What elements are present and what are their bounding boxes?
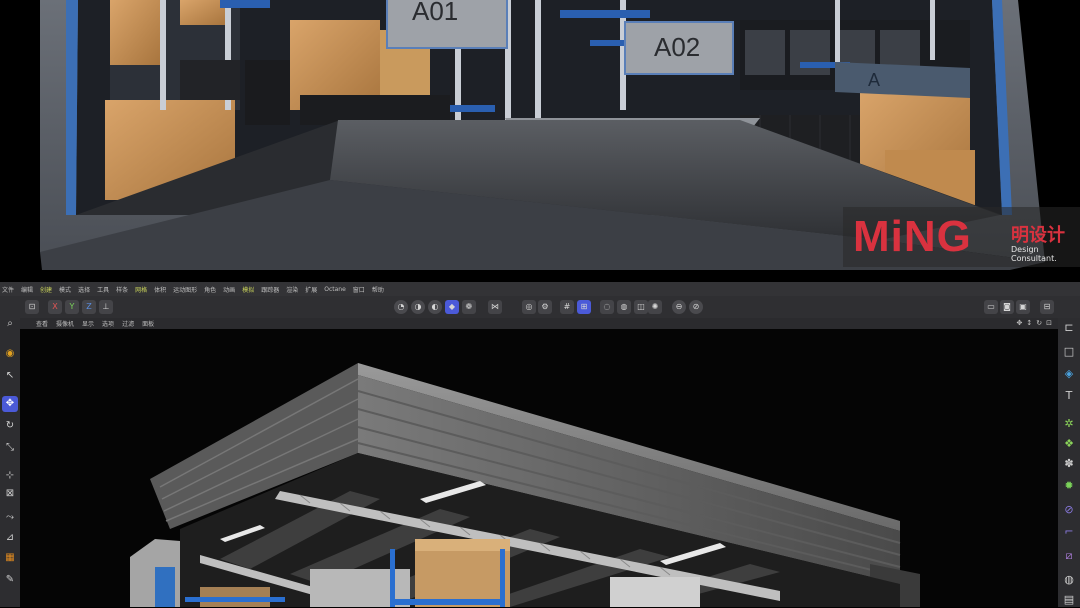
view-menu-view[interactable]: 查看 [36, 319, 48, 328]
menu-animate[interactable]: 动画 [223, 285, 235, 294]
zoom-icon[interactable]: ↕ [1026, 319, 1032, 327]
python-icon[interactable]: ⊖ [672, 300, 686, 314]
generator-icon[interactable]: ✲ [1061, 416, 1077, 432]
plane-object-icon[interactable]: □ [1061, 344, 1077, 360]
scene-icon[interactable]: ◍ [1061, 572, 1077, 588]
render-view-icon[interactable]: ◔ [394, 300, 408, 314]
move-tool-icon[interactable]: ✥ [2, 396, 18, 412]
logo-subtitle: Design Consultant. [1011, 245, 1071, 263]
menu-create[interactable]: 创建 [40, 285, 52, 294]
pan-icon[interactable]: ✥ [1017, 319, 1023, 327]
logo-sub-design: Design [1011, 245, 1039, 254]
render-preview: A01 A02 A MiNG 明设计 Design Consultant. [0, 0, 1080, 282]
menu-mesh[interactable]: 网格 [135, 285, 147, 294]
logo-brand: MiNG [853, 212, 972, 261]
cloner-icon[interactable]: ❖ [1061, 436, 1077, 452]
light-icon[interactable]: ✺ [648, 300, 662, 314]
axis-z-button[interactable]: Z [82, 300, 96, 314]
axis-x-button[interactable]: X [48, 300, 62, 314]
hair-icon[interactable]: ◍ [617, 300, 631, 314]
menu-file[interactable]: 文件 [2, 285, 14, 294]
logo-sub-consultant: Consultant. [1011, 254, 1057, 263]
field-object-icon[interactable]: ⧄ [1061, 548, 1077, 564]
shelf-label-a-partial: A [868, 70, 881, 90]
menu-octane[interactable]: Octane [324, 286, 346, 293]
mograph-icon[interactable]: ✽ [1061, 456, 1077, 472]
script-icon[interactable]: ⊘ [689, 300, 703, 314]
render-region-icon[interactable]: ◑ [411, 300, 425, 314]
paint-icon[interactable]: ❁ [462, 300, 476, 314]
menu-edit[interactable]: 编辑 [21, 285, 33, 294]
menu-volume[interactable]: 体积 [154, 285, 166, 294]
cube-icon[interactable]: ◈ [1061, 366, 1077, 382]
view-menu-display[interactable]: 显示 [82, 319, 94, 328]
select-icon[interactable]: ↖ [2, 368, 18, 384]
view-menu-cameras[interactable]: 摄像机 [56, 319, 74, 328]
undo-icon[interactable]: ⊡ [25, 300, 39, 314]
grid-icon[interactable]: # [560, 300, 574, 314]
spline-icon[interactable]: ⋈ [488, 300, 502, 314]
text-object-icon[interactable]: T [1061, 388, 1077, 404]
menu-bar: 文件 编辑 创建 模式 选择 工具 样条 网格 体积 运动图形 角色 动画 模拟… [0, 282, 1080, 296]
deform-icon[interactable]: ⊘ [1061, 502, 1077, 518]
texture-mode-icon[interactable]: ▦ [2, 550, 18, 566]
live-selection-icon[interactable]: ◉ [2, 346, 18, 362]
screenshot-icon[interactable]: ◙ [1000, 300, 1014, 314]
view-menu-panel[interactable]: 面板 [142, 319, 154, 328]
shelf-label-a02: A02 [654, 32, 701, 62]
axis-lock-icon[interactable]: ⊿ [2, 530, 18, 546]
field-icon[interactable]: ◌ [600, 300, 614, 314]
scale-tool-icon[interactable]: ⤡ [2, 440, 18, 456]
menu-render[interactable]: 渲染 [286, 285, 298, 294]
cube-object-icon[interactable]: ◆ [445, 300, 459, 314]
workplane-icon[interactable]: ⤳ [2, 510, 18, 526]
warehouse-model [130, 363, 920, 607]
menu-help[interactable]: 帮助 [372, 285, 384, 294]
snap-icon[interactable]: ⊹ [2, 468, 18, 484]
view-menu-options[interactable]: 选项 [102, 319, 114, 328]
rotate-tool-icon[interactable]: ↻ [2, 418, 18, 434]
brush-icon[interactable]: ✎ [2, 572, 18, 588]
menu-window[interactable]: 窗口 [353, 285, 365, 294]
window-icon[interactable]: ▣ [1016, 300, 1030, 314]
menu-simulate[interactable]: 模拟 [242, 285, 254, 294]
shelf-label-a01: A01 [412, 0, 459, 26]
menu-tracker[interactable]: 跟踪器 [261, 285, 279, 294]
rotate-view-icon[interactable]: ↻ [1036, 319, 1042, 327]
ming-logo: MiNG 明设计 Design Consultant. [843, 207, 1080, 267]
menu-extensions[interactable]: 扩展 [305, 285, 317, 294]
array-icon[interactable]: ⊞ [577, 300, 591, 314]
menu-mode[interactable]: 模式 [59, 285, 71, 294]
menu-spline[interactable]: 样条 [116, 285, 128, 294]
effector-icon[interactable]: ⚙ [538, 300, 552, 314]
search-icon[interactable]: ⌕ [2, 316, 18, 332]
bend-icon[interactable]: ⌐ [1061, 524, 1077, 540]
right-object-palette: ⊏ □ ◈ T ✲ ❖ ✽ ✹ ⊘ ⌐ ⧄ ◍ ▤ [1058, 318, 1080, 607]
menu-character[interactable]: 角色 [204, 285, 216, 294]
camera-icon[interactable]: ◫ [634, 300, 648, 314]
viewport-menu-bar: 查看 摄像机 显示 选项 过滤 面板 [20, 318, 1060, 329]
menu-tools[interactable]: 工具 [97, 285, 109, 294]
axis-y-button[interactable]: Y [65, 300, 79, 314]
null-object-icon[interactable]: ⊏ [1061, 320, 1077, 336]
deformer-icon[interactable]: ◎ [522, 300, 536, 314]
viewport-nav-tools: ✥ ↕ ↻ ⊡ [1017, 319, 1053, 327]
menu-mograph[interactable]: 运动图形 [173, 285, 197, 294]
logo-cn: 明设计 [1011, 225, 1065, 246]
left-tool-palette: ⌕ ◉ ↖ ✥ ↻ ⤡ ⊹ ⊠ ⤳ ⊿ ▦ ✎ [0, 318, 20, 607]
view-menu-filter[interactable]: 过滤 [122, 319, 134, 328]
cinema4d-window: 文件 编辑 创建 模式 选择 工具 样条 网格 体积 运动图形 角色 动画 模拟… [0, 282, 1080, 607]
3d-viewport[interactable] [20, 329, 1058, 607]
main-toolbar: ⊡ X Y Z ⊥ ◔ ◑ ◐ ◆ ❁ ⋈ ◎ ⚙ # ⊞ ◌ ◍ ◫ ✺ ⊖ … [0, 296, 1080, 320]
menu-select[interactable]: 选择 [78, 285, 90, 294]
effector-tool-icon[interactable]: ✹ [1061, 478, 1077, 494]
render-settings-icon[interactable]: ◐ [428, 300, 442, 314]
maximize-view-icon[interactable]: ⊡ [1046, 319, 1052, 327]
film-icon[interactable]: ▤ [1061, 592, 1077, 608]
coordinate-system-icon[interactable]: ⊥ [99, 300, 113, 314]
transform-icon[interactable]: ⊠ [2, 486, 18, 502]
preferences-icon[interactable]: ⊟ [1040, 300, 1054, 314]
layout-icon[interactable]: ▭ [984, 300, 998, 314]
